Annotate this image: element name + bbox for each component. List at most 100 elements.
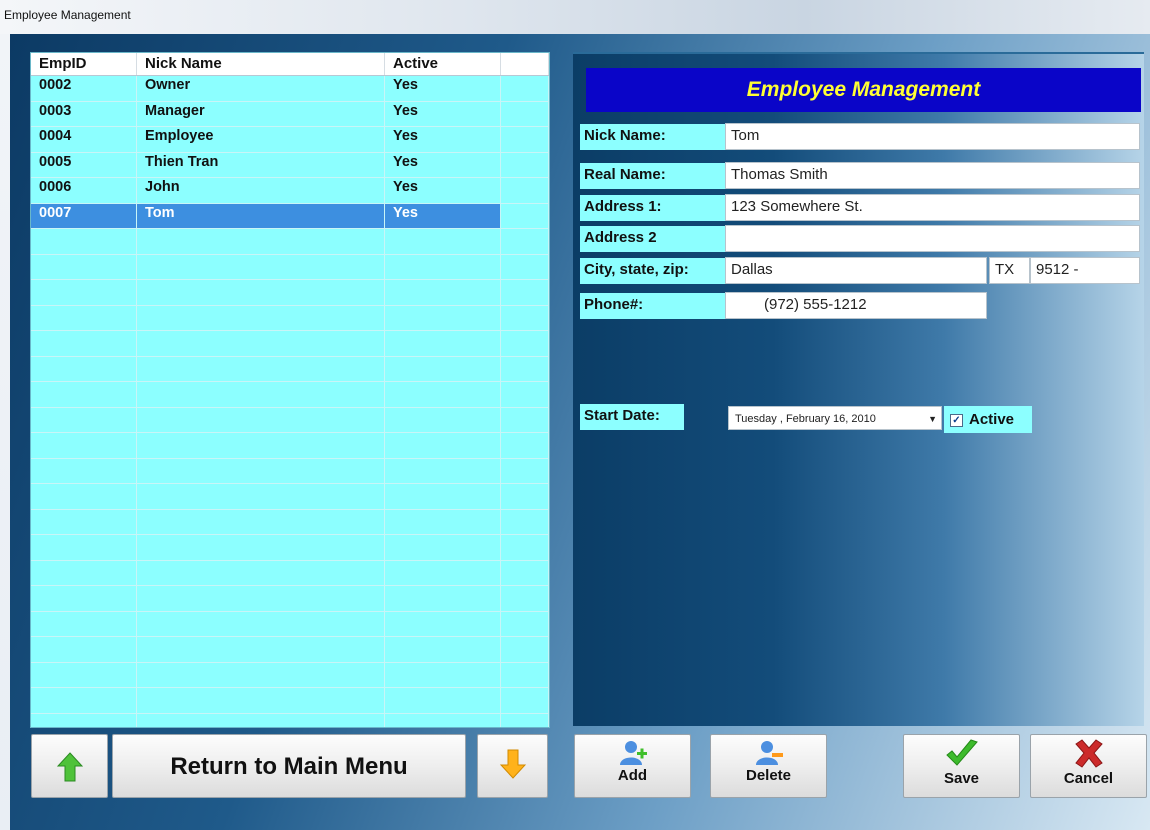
empty-row [31,407,549,433]
form-title: Employee Management [586,68,1141,112]
empty-cell [501,560,549,585]
address2-field[interactable] [725,225,1140,252]
return-to-main-menu-button[interactable]: Return to Main Menu [112,734,466,798]
empty-row [31,560,549,586]
real-name-label: Real Name: [580,163,725,189]
table-row[interactable]: 0006 John Yes [31,178,549,204]
empty-cell [501,433,549,458]
city-field[interactable]: Dallas [725,257,987,284]
table-row[interactable]: 0007 Tom Yes [31,203,549,229]
empty-cell [501,254,549,279]
empty-cell [501,662,549,687]
cell-active: Yes [385,101,501,126]
window-title: Employee Management [4,8,131,22]
empty-cell [31,662,137,687]
empty-cell [31,407,137,432]
empty-cell [385,382,501,407]
empty-cell [137,560,385,585]
empty-cell [31,254,137,279]
empty-cell [137,229,385,254]
column-header-active[interactable]: Active [385,53,501,75]
empty-cell [31,713,137,727]
window-left-border [0,34,10,830]
cell-active: Yes [385,76,501,101]
column-header-nick-name[interactable]: Nick Name [137,53,385,75]
move-up-button[interactable] [31,734,108,798]
employee-grid[interactable]: EmpID Nick Name Active 0002 Owner Yes 0003 M… [30,52,550,728]
cell-empid: 0002 [31,76,137,101]
empty-row [31,356,549,382]
empty-cell [385,407,501,432]
table-row[interactable]: 0002 Owner Yes [31,76,549,102]
empty-cell [31,356,137,381]
cell-nick-name: Employee [137,127,385,152]
cell-nick-name: Owner [137,76,385,101]
empty-row [31,433,549,459]
empty-cell [385,509,501,534]
state-field[interactable]: TX [989,257,1030,284]
empty-row [31,229,549,255]
empty-row [31,509,549,535]
active-checkbox-label: Active [969,411,1015,428]
add-button[interactable]: Add [574,734,691,798]
phone-label: Phone#: [580,293,725,319]
empty-cell [137,509,385,534]
active-checkbox[interactable]: ✓ Active [944,406,1032,433]
empty-row [31,280,549,306]
chevron-down-icon[interactable]: ▼ [928,407,937,431]
move-down-button[interactable] [477,734,548,798]
save-button[interactable]: Save [903,734,1020,798]
empty-cell [385,688,501,713]
empty-row [31,254,549,280]
empty-cell [385,637,501,662]
empty-cell [385,586,501,611]
delete-button[interactable]: Delete [710,734,827,798]
empty-row [31,586,549,612]
empty-cell [137,611,385,636]
column-header-empid[interactable]: EmpID [31,53,137,75]
empty-cell [385,560,501,585]
empty-row [31,611,549,637]
zip-field[interactable]: 9512 - [1030,257,1140,284]
empty-cell [31,280,137,305]
empty-cell [137,382,385,407]
cell-filler [501,178,549,203]
arrow-up-icon [56,752,83,782]
cell-active: Yes [385,152,501,177]
empty-cell [137,458,385,483]
empty-cell [501,611,549,636]
nick-name-field[interactable]: Tom [725,123,1140,150]
empty-cell [137,662,385,687]
empty-cell [137,637,385,662]
empty-cell [501,458,549,483]
address1-label: Address 1: [580,195,725,221]
start-date-label: Start Date: [580,404,684,430]
empty-cell [501,407,549,432]
cell-filler [501,152,549,177]
cell-active: Yes [385,127,501,152]
empty-cell [501,382,549,407]
table-row[interactable]: 0005 Thien Tran Yes [31,152,549,178]
empty-cell [137,713,385,727]
empty-cell [31,560,137,585]
empty-cell [385,254,501,279]
checkbox-checked-icon[interactable]: ✓ [950,413,963,427]
cancel-button[interactable]: Cancel [1030,734,1147,798]
empty-cell [501,229,549,254]
empty-cell [385,331,501,356]
cell-filler [501,76,549,101]
column-header-filler [501,53,549,75]
empty-cell [31,433,137,458]
table-row[interactable]: 0003 Manager Yes [31,101,549,127]
real-name-field[interactable]: Thomas Smith [725,162,1140,189]
cell-empid: 0007 [31,203,137,228]
empty-cell [137,407,385,432]
phone-field[interactable]: (972) 555-1212 [725,292,987,319]
address1-field[interactable]: 123 Somewhere St. [725,194,1140,221]
empty-cell [385,713,501,727]
start-date-picker[interactable]: Tuesday , February 16, 2010 ▼ [728,406,942,430]
table-row[interactable]: 0004 Employee Yes [31,127,549,153]
address2-label: Address 2 [580,226,725,252]
empty-cell [31,535,137,560]
empty-cell [31,305,137,330]
